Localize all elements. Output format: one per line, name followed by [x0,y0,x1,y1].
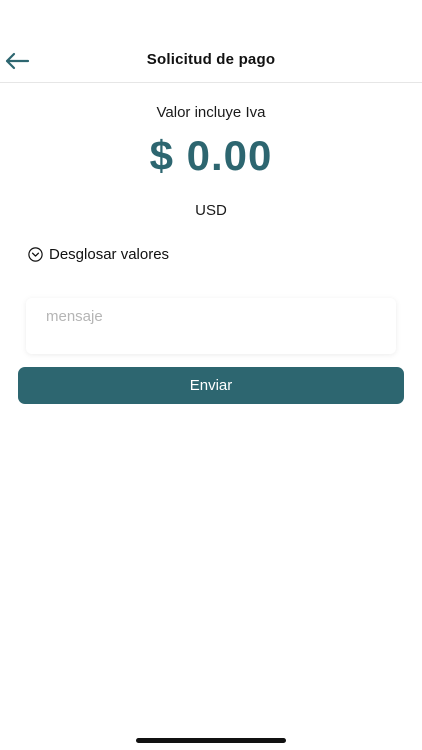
vat-included-label: Valor incluye Iva [156,104,266,121]
message-field-container [26,298,396,354]
amount-display: $ 0.00 [149,132,273,179]
page-title: Solicitud de pago [146,51,276,68]
send-button[interactable]: Enviar [18,367,404,404]
top-bar: Solicitud de pago [0,38,422,83]
breakdown-toggle[interactable]: Desglosar valores [28,246,169,263]
home-indicator [136,738,286,743]
message-input[interactable] [46,308,376,325]
breakdown-label: Desglosar valores [49,246,170,263]
chevron-down-circle-icon [28,247,43,262]
currency-label: USD [195,202,227,219]
